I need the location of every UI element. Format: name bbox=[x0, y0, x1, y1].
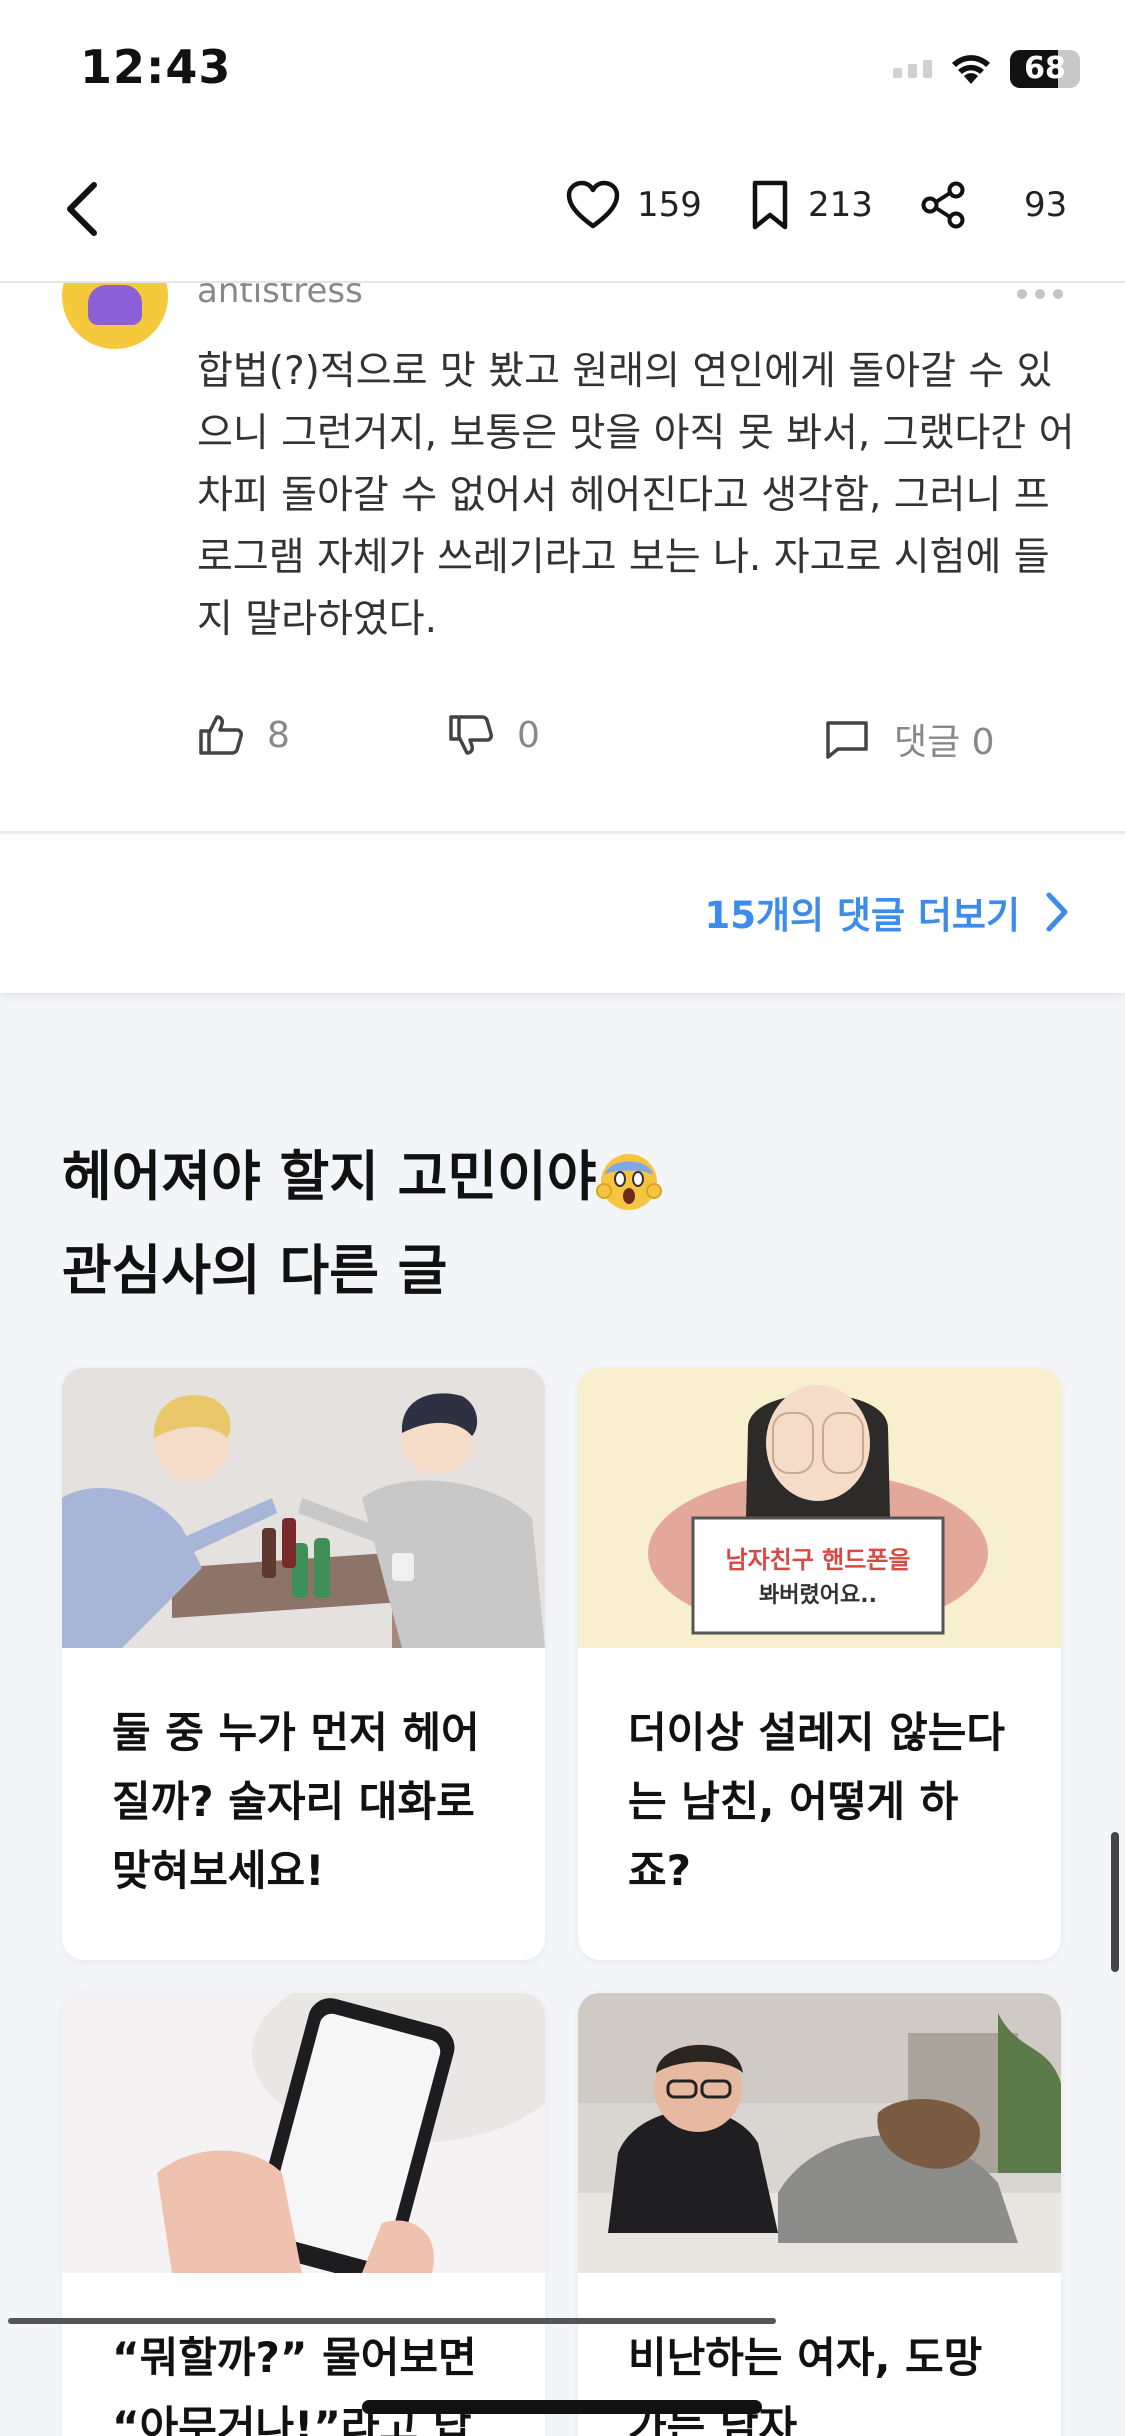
section-title-line2: 관심사의 다른 글 bbox=[62, 1239, 448, 1302]
bookmark-count: 213 bbox=[808, 185, 873, 225]
more-options-icon[interactable] bbox=[1017, 289, 1063, 299]
more-comments-label: 15개의 댓글 더보기 bbox=[704, 894, 1020, 937]
back-button[interactable] bbox=[52, 171, 112, 247]
comment-dislike-button[interactable]: 0 bbox=[447, 713, 540, 757]
share-count: 93 bbox=[1024, 185, 1068, 225]
article-card-4[interactable]: 비난하는 여자, 도망가는 남자 bbox=[578, 1993, 1061, 2436]
avatar[interactable] bbox=[62, 283, 168, 349]
article-card-1-image bbox=[62, 1368, 545, 1648]
horizontal-scrollbar bbox=[8, 2318, 776, 2324]
avatar-character-icon bbox=[88, 285, 142, 325]
article-card-2-image: 남자친구 핸드폰을 봐버렸어요.. bbox=[578, 1368, 1061, 1648]
share-button[interactable]: 93 bbox=[920, 165, 1067, 245]
share-icon bbox=[921, 181, 965, 229]
couple-arguing-photo bbox=[578, 1993, 1061, 2273]
thumbs-down-icon bbox=[449, 715, 493, 755]
article-card-1-title: 둘 중 누가 먼저 헤어질까? 술자리 대화로 맞혀보세요! bbox=[112, 1708, 480, 1895]
chevron-left-icon bbox=[67, 182, 97, 236]
article-card-3-image bbox=[62, 1993, 545, 2273]
heart-icon bbox=[566, 180, 620, 229]
section-title-line1: 헤어져야 할지 고민이야 bbox=[62, 1145, 597, 1208]
image-sign-line1: 남자친구 핸드폰을 bbox=[726, 1546, 911, 1574]
article-card-4-image bbox=[578, 1993, 1061, 2273]
article-card-3-title: “뭐할까?” 물어보면 “아무거나!”라고 답하 bbox=[112, 2333, 477, 2436]
status-bar: 12:43 68 bbox=[0, 0, 1125, 135]
like-button[interactable]: 159 bbox=[565, 165, 702, 245]
vertical-scrollbar[interactable] bbox=[1111, 1832, 1119, 1972]
thumbs-up-icon bbox=[199, 715, 243, 755]
comment-like-count: 8 bbox=[267, 714, 290, 756]
article-card-4-title: 비난하는 여자, 도망가는 남자 bbox=[628, 2333, 983, 2436]
battery-icon: 68 bbox=[1010, 50, 1080, 88]
article-card-2[interactable]: 남자친구 핸드폰을 봐버렸어요.. 더이상 설레지 않는다는 남친, 어떻게 하… bbox=[578, 1368, 1061, 1960]
comment-reply-button[interactable]: 댓글 0 bbox=[822, 713, 995, 765]
article-card-1[interactable]: 둘 중 누가 먼저 헤어질까? 술자리 대화로 맞혀보세요! bbox=[62, 1368, 545, 1960]
chevron-right-icon bbox=[1046, 892, 1068, 932]
comment-username[interactable]: antistress bbox=[197, 283, 363, 311]
friends-drinking-illustration bbox=[62, 1368, 545, 1648]
phone-in-hand-photo bbox=[62, 1993, 545, 2273]
home-indicator[interactable] bbox=[362, 2400, 762, 2414]
comment-reply-label: 댓글 0 bbox=[894, 722, 995, 763]
more-comments-bar: 15개의 댓글 더보기 bbox=[0, 835, 1125, 993]
status-indicators: 68 bbox=[893, 48, 1080, 90]
comment-card: antistress 합법(?)적으로 맛 봤고 원래의 연인에게 돌아갈 수 … bbox=[0, 283, 1125, 833]
comment-like-button[interactable]: 8 bbox=[197, 713, 290, 757]
wifi-icon bbox=[952, 55, 990, 84]
battery-level: 68 bbox=[1024, 51, 1066, 86]
related-section-title: 헤어져야 할지 고민이야 관심사의 다른 글 bbox=[62, 1130, 663, 1318]
comment-actions: 8 0 댓글 0 bbox=[197, 713, 1057, 773]
like-count: 159 bbox=[637, 185, 702, 225]
article-card-3[interactable]: “뭐할까?” 물어보면 “아무거나!”라고 답하 bbox=[62, 1993, 545, 2436]
scream-emoji-icon bbox=[596, 1154, 663, 1211]
top-nav: 159 213 93 bbox=[0, 135, 1125, 283]
covering-face-illustration: 남자친구 핸드폰을 봐버렸어요.. bbox=[578, 1368, 1061, 1648]
bookmark-button[interactable]: 213 bbox=[748, 165, 873, 245]
comment-text: 합법(?)적으로 맛 봤고 원래의 연인에게 돌아갈 수 있으니 그런거지, 보… bbox=[197, 349, 1075, 642]
bookmark-icon bbox=[752, 180, 788, 230]
comment-dislike-count: 0 bbox=[517, 714, 540, 756]
more-comments-button[interactable]: 15개의 댓글 더보기 bbox=[704, 885, 1070, 939]
status-time: 12:43 bbox=[80, 40, 232, 94]
speech-bubble-icon bbox=[826, 721, 868, 759]
cellular-signal-icon bbox=[893, 60, 932, 78]
image-sign-line2: 봐버렸어요.. bbox=[759, 1583, 877, 1608]
article-card-2-title: 더이상 설레지 않는다는 남친, 어떻게 하죠? bbox=[628, 1708, 1006, 1895]
